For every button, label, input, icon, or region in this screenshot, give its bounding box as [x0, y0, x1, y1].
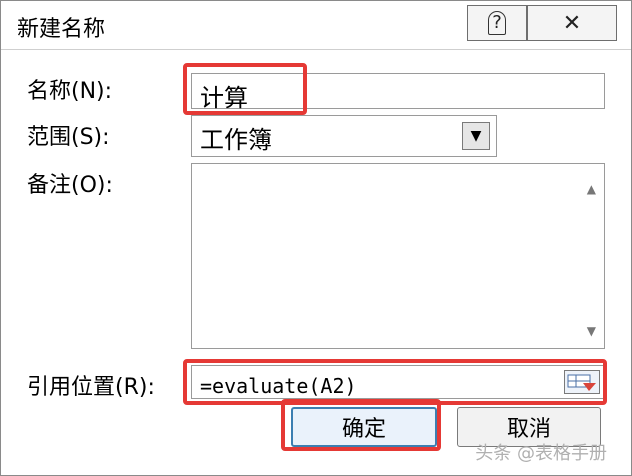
name-input[interactable]: 计算 — [191, 73, 605, 112]
refers-to-input-value: =evaluate(A2) — [200, 374, 357, 398]
comment-textarea[interactable]: ▲ ▼ — [191, 163, 605, 349]
scope-select[interactable]: 工作簿 ▼ — [191, 115, 497, 157]
title-divider — [1, 49, 631, 50]
scope-select-value: 工作簿 — [200, 126, 272, 154]
chevron-down-icon[interactable]: ▼ — [462, 122, 490, 150]
help-button[interactable]: ? — [467, 5, 527, 41]
range-selector-icon[interactable] — [564, 370, 600, 394]
scroll-up-icon[interactable]: ▲ — [587, 182, 596, 196]
refers-to-input[interactable]: =evaluate(A2) — [191, 365, 605, 399]
watermark-text: 头条 @表格手册 — [475, 443, 607, 464]
close-icon: ✕ — [562, 10, 582, 36]
name-input-value: 计算 — [200, 84, 248, 112]
new-name-dialog: 新建名称 ? ✕ 名称(N): 计算 范围(S): 工作簿 ▼ 备注(O): ▲… — [0, 0, 632, 476]
close-button[interactable]: ✕ — [527, 5, 617, 41]
comment-label: 备注(O): — [27, 173, 113, 198]
dialog-title: 新建名称 — [17, 17, 106, 42]
ok-button[interactable]: 确定 — [291, 407, 437, 447]
scope-label: 范围(S): — [27, 125, 110, 150]
help-icon: ? — [488, 11, 506, 35]
scroll-down-icon[interactable]: ▼ — [587, 324, 596, 338]
refers-to-label: 引用位置(R): — [27, 375, 155, 400]
title-bar: 新建名称 ? ✕ — [1, 1, 631, 49]
name-label: 名称(N): — [27, 79, 113, 104]
